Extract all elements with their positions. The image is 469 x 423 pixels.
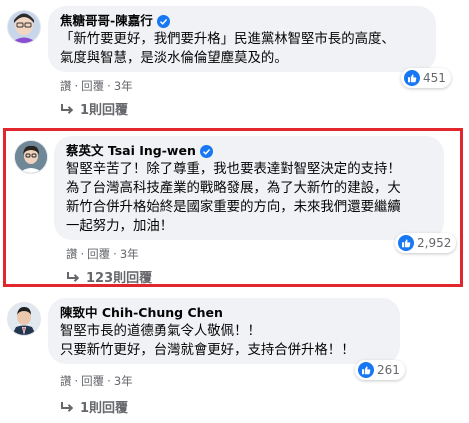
view-replies-link[interactable]: 123則回覆 [66, 267, 152, 286]
comment-text: 「新竹要更好，我們要升格」民進黨林智堅市長的高度、 氣度與智慧，是淡水倫倫望塵莫… [60, 30, 424, 68]
like-icon [358, 362, 374, 378]
comment-line: 新竹合併升格始終是國家重要的方向，未來我們還要繼續 [66, 200, 401, 215]
view-replies-link[interactable]: 1則回覆 [60, 99, 128, 118]
comment-actions: 讚 · 回覆 · 3年 [60, 373, 133, 389]
replies-count: 1則回覆 [80, 103, 129, 118]
timestamp[interactable]: 3年 [114, 373, 133, 389]
timestamp[interactable]: 3年 [120, 246, 139, 262]
comment-line: 氣度與智慧，是淡水倫倫望塵莫及的。 [60, 51, 288, 66]
comment-line: 一起努力，加油！ [66, 219, 174, 234]
like-action[interactable]: 讚 [66, 246, 78, 262]
reaction-summary[interactable]: 451 [401, 68, 451, 88]
comment-line: 為了台灣高科技產業的戰略發展，為了大新竹的建設，大 [66, 181, 401, 196]
comment-bubble: 焦糖哥哥-陳嘉行 「新竹要更好，我們要升格」民進黨林智堅市長的高度、 氣度與智慧… [48, 6, 436, 72]
reaction-count: 261 [377, 363, 400, 377]
author-name[interactable]: 陳致中 Chih-Chung Chen [60, 305, 223, 321]
reaction-count: 451 [423, 71, 446, 85]
reply-action[interactable]: 回覆 [81, 373, 104, 389]
comment-actions: 讚 · 回覆 · 3年 [60, 78, 133, 94]
verified-badge-icon [156, 14, 170, 28]
like-action[interactable]: 讚 [60, 373, 72, 389]
view-replies-link[interactable]: 1則回覆 [60, 397, 128, 416]
avatar[interactable] [8, 11, 40, 43]
reaction-summary[interactable]: 261 [355, 360, 405, 380]
author-name[interactable]: 焦糖哥哥-陳嘉行 [60, 13, 153, 29]
comment-bubble: 陳致中 Chih-Chung Chen 智堅市長的道德勇氣令人敬佩！！ 只要新竹… [48, 298, 400, 364]
comment-actions: 讚 · 回覆 · 3年 [66, 246, 139, 262]
comment-line: 只要新竹更好，台灣就會更好，支持合併升格！！ [60, 343, 355, 358]
author-name[interactable]: 蔡英文 Tsai Ing-wen [66, 143, 196, 159]
reaction-summary[interactable]: 2,952 [395, 233, 457, 253]
replies-count: 123則回覆 [86, 271, 153, 286]
reply-action[interactable]: 回覆 [87, 246, 110, 262]
replies-count: 1則回覆 [80, 401, 129, 416]
like-icon [404, 70, 420, 86]
comment-author: 焦糖哥哥-陳嘉行 [60, 13, 424, 29]
reply-action[interactable]: 回覆 [81, 78, 104, 94]
comment-author: 蔡英文 Tsai Ing-wen [66, 143, 432, 159]
reaction-count: 2,952 [417, 236, 452, 250]
comment-line: 「新竹要更好，我們要升格」民進黨林智堅市長的高度、 [60, 32, 395, 47]
avatar[interactable] [15, 141, 47, 173]
reply-arrow-icon [61, 103, 74, 114]
avatar[interactable] [8, 303, 40, 335]
comment-bubble: 蔡英文 Tsai Ing-wen 智堅辛苦了！除了尊重，我也要表達對智堅決定的支… [54, 136, 444, 240]
timestamp[interactable]: 3年 [114, 78, 133, 94]
comment-line: 智堅市長的道德勇氣令人敬佩！！ [60, 324, 261, 339]
reply-arrow-icon [61, 401, 74, 412]
verified-badge-icon [199, 144, 213, 158]
like-icon [398, 235, 414, 251]
comment-line: 智堅辛苦了！除了尊重，我也要表達對智堅決定的支持！ [66, 162, 401, 177]
comment-text: 智堅辛苦了！除了尊重，我也要表達對智堅決定的支持！ 為了台灣高科技產業的戰略發展… [66, 160, 432, 236]
comment-text: 智堅市長的道德勇氣令人敬佩！！ 只要新竹更好，台灣就會更好，支持合併升格！！ [60, 322, 388, 360]
like-action[interactable]: 讚 [60, 78, 72, 94]
reply-arrow-icon [67, 271, 80, 282]
comment-author: 陳致中 Chih-Chung Chen [60, 305, 388, 321]
